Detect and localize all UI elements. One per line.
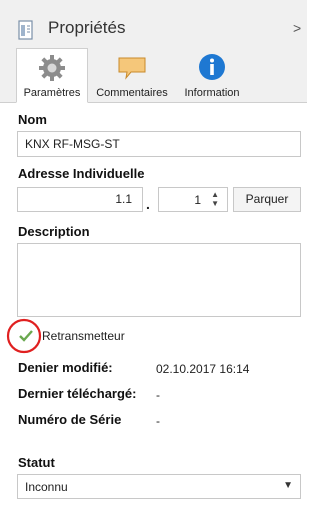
tab-parametres[interactable]: Paramètres xyxy=(16,48,88,103)
last-modified-label: Denier modifié: xyxy=(18,360,113,375)
last-downloaded-label: Dernier téléchargé: xyxy=(18,386,137,401)
info-icon xyxy=(199,54,225,80)
park-button[interactable]: Parquer xyxy=(233,187,301,212)
retransmitter-label: Retransmetteur xyxy=(42,329,125,343)
serial-value: - xyxy=(156,414,160,428)
gear-icon xyxy=(39,55,65,81)
status-label: Statut xyxy=(18,455,55,470)
area-line-field[interactable]: 1.1 xyxy=(17,187,143,212)
tab-information[interactable]: Information xyxy=(176,48,248,102)
description-textarea[interactable] xyxy=(17,243,301,317)
status-dropdown[interactable]: Inconnu ▼ xyxy=(17,474,301,499)
device-stepper[interactable]: 1 ▲ ▼ xyxy=(158,187,228,212)
tab-commentaires[interactable]: Commentaires xyxy=(92,48,172,102)
checkbox-checked-icon[interactable] xyxy=(18,329,34,343)
comment-icon xyxy=(118,57,146,80)
properties-icon xyxy=(18,20,33,40)
address-separator: . xyxy=(146,196,150,212)
description-label: Description xyxy=(18,224,90,239)
device-value: 1 xyxy=(194,193,201,207)
panel-title: Propriétés xyxy=(48,18,126,37)
address-label: Adresse Individuelle xyxy=(18,166,145,181)
tab-label: Information xyxy=(184,87,240,99)
chevron-down-icon: ▼ xyxy=(283,480,293,491)
tab-label: Commentaires xyxy=(96,87,168,99)
status-value: Inconnu xyxy=(25,480,68,494)
name-field[interactable]: KNX RF-MSG-ST xyxy=(17,131,301,157)
panel-header xyxy=(0,0,307,46)
chevron-right-icon[interactable]: > xyxy=(293,20,301,36)
tab-label: Paramètres xyxy=(23,87,81,99)
serial-label: Numéro de Série xyxy=(18,412,122,427)
name-label: Nom xyxy=(18,112,47,127)
stepper-arrows-icon[interactable]: ▲ ▼ xyxy=(211,190,219,208)
last-downloaded-value: - xyxy=(156,388,160,402)
last-modified-value: 02.10.2017 16:14 xyxy=(156,362,250,376)
